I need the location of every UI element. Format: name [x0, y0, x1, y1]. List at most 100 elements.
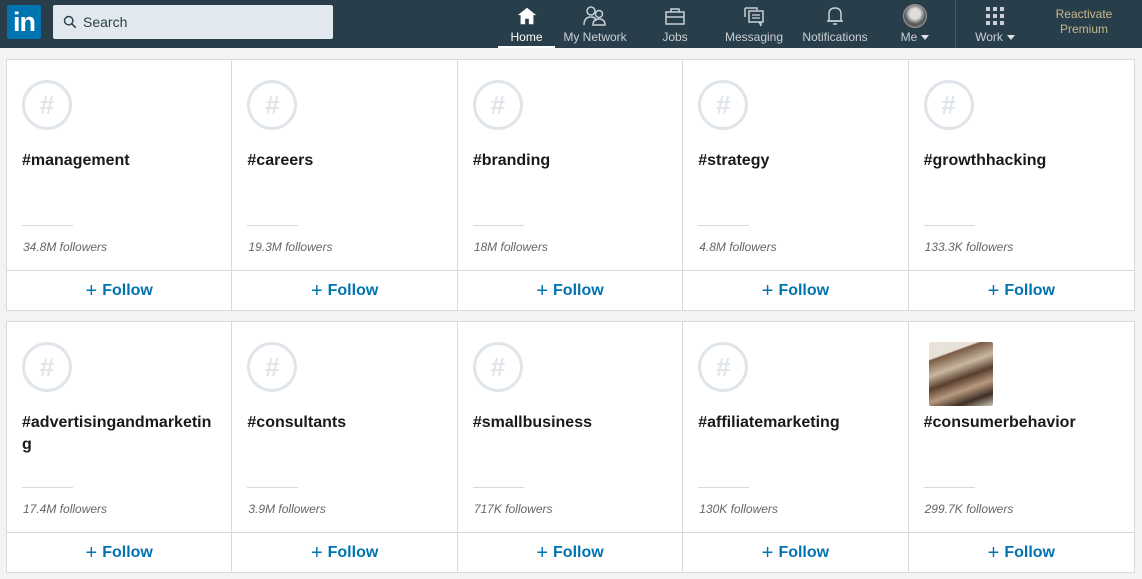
follow-label: Follow [778, 281, 830, 299]
hashtag-grid-row-1: # #management 34.8M followers + Follow #… [6, 59, 1135, 311]
follow-button[interactable]: + Follow [908, 270, 1135, 310]
plus-icon: + [536, 279, 549, 302]
follower-count: 19.3M followers [248, 240, 333, 254]
premium-line2: Premium [1059, 22, 1108, 36]
divider [22, 487, 73, 488]
hashtag-name[interactable]: #consultants [247, 412, 443, 434]
hashtag-name[interactable]: #branding [473, 150, 669, 172]
hashtag-icon[interactable]: # [22, 342, 72, 392]
follower-count: 3.9M followers [248, 502, 326, 516]
nav-home[interactable]: Home [498, 0, 555, 48]
follow-button[interactable]: + Follow [683, 270, 908, 310]
follow-button[interactable]: + Follow [232, 270, 457, 310]
follow-label: Follow [1004, 543, 1055, 561]
divider [472, 487, 524, 488]
follower-count: 18M followers [473, 240, 548, 254]
nav-notifications[interactable]: Notifications [797, 0, 873, 48]
plus-icon: + [536, 541, 549, 564]
follower-count: 299.7K followers [924, 502, 1014, 516]
follow-label: Follow [102, 281, 153, 299]
hashtag-image[interactable] [928, 342, 993, 406]
caret-down-icon [921, 35, 930, 41]
nav-jobs[interactable]: Jobs [655, 0, 695, 48]
follow-button[interactable]: + Follow [908, 532, 1135, 572]
follow-button[interactable]: + Follow [457, 532, 683, 572]
hashtag-icon[interactable]: # [472, 342, 523, 392]
hashtag-card: # #consultants 3.9M followers + Follow [232, 322, 458, 572]
divider [698, 225, 750, 226]
hashtag-icon[interactable]: # [247, 342, 298, 392]
follow-label: Follow [327, 281, 379, 299]
hashtag-card: # #branding 18M followers + Follow [457, 60, 684, 310]
plus-icon: + [85, 279, 98, 302]
divider [247, 487, 299, 488]
hashtag-name[interactable]: #strategy [698, 150, 894, 172]
linkedin-logo[interactable]: in [7, 5, 41, 39]
messaging-icon [744, 7, 764, 27]
hashtag-name[interactable]: #affiliatemarketing [698, 412, 894, 434]
follow-button[interactable]: + Follow [683, 532, 908, 572]
nav-me[interactable]: Me [897, 0, 933, 48]
bell-icon [827, 7, 843, 25]
hashtag-icon[interactable]: # [247, 80, 298, 130]
hashtag-name[interactable]: #smallbusiness [473, 412, 669, 434]
follow-label: Follow [778, 543, 830, 561]
follow-label: Follow [327, 543, 379, 561]
hashtag-card: # #careers 19.3M followers + Follow [232, 60, 458, 310]
reactivate-premium-link[interactable]: Reactivate Premium [1046, 7, 1122, 37]
caret-down-icon [1006, 35, 1015, 41]
search-box[interactable] [53, 5, 333, 39]
follow-button[interactable]: + Follow [457, 270, 683, 310]
search-icon [63, 15, 77, 29]
nav-work-label-wrap: Work [975, 30, 1015, 44]
nav-me-label: Me [900, 30, 918, 44]
briefcase-icon [665, 8, 685, 25]
follow-button[interactable]: + Follow [7, 532, 232, 572]
hashtag-icon[interactable]: # [22, 80, 72, 130]
nav-my-network-label: My Network [563, 30, 627, 44]
nav-divider [955, 0, 956, 48]
plus-icon: + [310, 279, 323, 302]
hashtag-card: # #advertisingandmarketing 17.4M followe… [7, 322, 233, 572]
home-icon [517, 7, 536, 25]
plus-icon: + [761, 541, 774, 564]
hashtag-icon[interactable]: # [698, 80, 749, 130]
hashtag-icon[interactable]: # [923, 80, 974, 130]
hashtag-name[interactable]: #growthhacking [924, 150, 1120, 172]
avatar [903, 4, 927, 28]
hashtag-name[interactable]: #consumerbehavior [924, 412, 1120, 434]
plus-icon: + [987, 279, 1000, 302]
follower-count: 17.4M followers [23, 502, 108, 516]
hashtag-card: # #affiliatemarketing 130K followers + F… [683, 322, 909, 572]
nav-messaging-label: Messaging [724, 30, 784, 44]
nav-messaging[interactable]: Messaging [722, 0, 786, 48]
divider [923, 487, 975, 488]
follow-button[interactable]: + Follow [232, 532, 457, 572]
follow-label: Follow [102, 543, 153, 561]
nav-work[interactable]: Work [970, 0, 1020, 48]
nav-home-label: Home [510, 30, 543, 44]
hashtag-card: # #strategy 4.8M followers + Follow [683, 60, 909, 310]
nav-my-network[interactable]: My Network [558, 0, 632, 48]
hashtag-grid-row-2: # #advertisingandmarketing 17.4M followe… [6, 321, 1135, 573]
hashtag-name[interactable]: #careers [247, 150, 443, 172]
follower-count: 130K followers [699, 502, 778, 516]
hashtag-icon[interactable]: # [472, 80, 523, 130]
hashtag-card: # #growthhacking 133.3K followers + Foll… [908, 60, 1135, 310]
premium-line1: Reactivate [1055, 7, 1113, 21]
nav-work-label: Work [975, 30, 1003, 44]
hashtag-name[interactable]: #advertisingandmarketing [22, 412, 218, 456]
hashtag-icon[interactable]: # [698, 342, 749, 392]
search-input[interactable] [83, 14, 323, 30]
nav-notifications-label: Notifications [802, 30, 868, 44]
divider [698, 487, 750, 488]
follow-button[interactable]: + Follow [7, 270, 232, 310]
divider [923, 225, 975, 226]
top-nav: in Home My Network Jobs Messaging Notifi… [0, 0, 1142, 48]
hashtag-card: #consumerbehavior 299.7K followers + Fol… [908, 322, 1135, 572]
follower-count: 4.8M followers [699, 240, 777, 254]
plus-icon: + [85, 541, 98, 564]
divider [472, 225, 524, 226]
follow-label: Follow [553, 281, 604, 299]
hashtag-name[interactable]: #management [22, 150, 218, 172]
